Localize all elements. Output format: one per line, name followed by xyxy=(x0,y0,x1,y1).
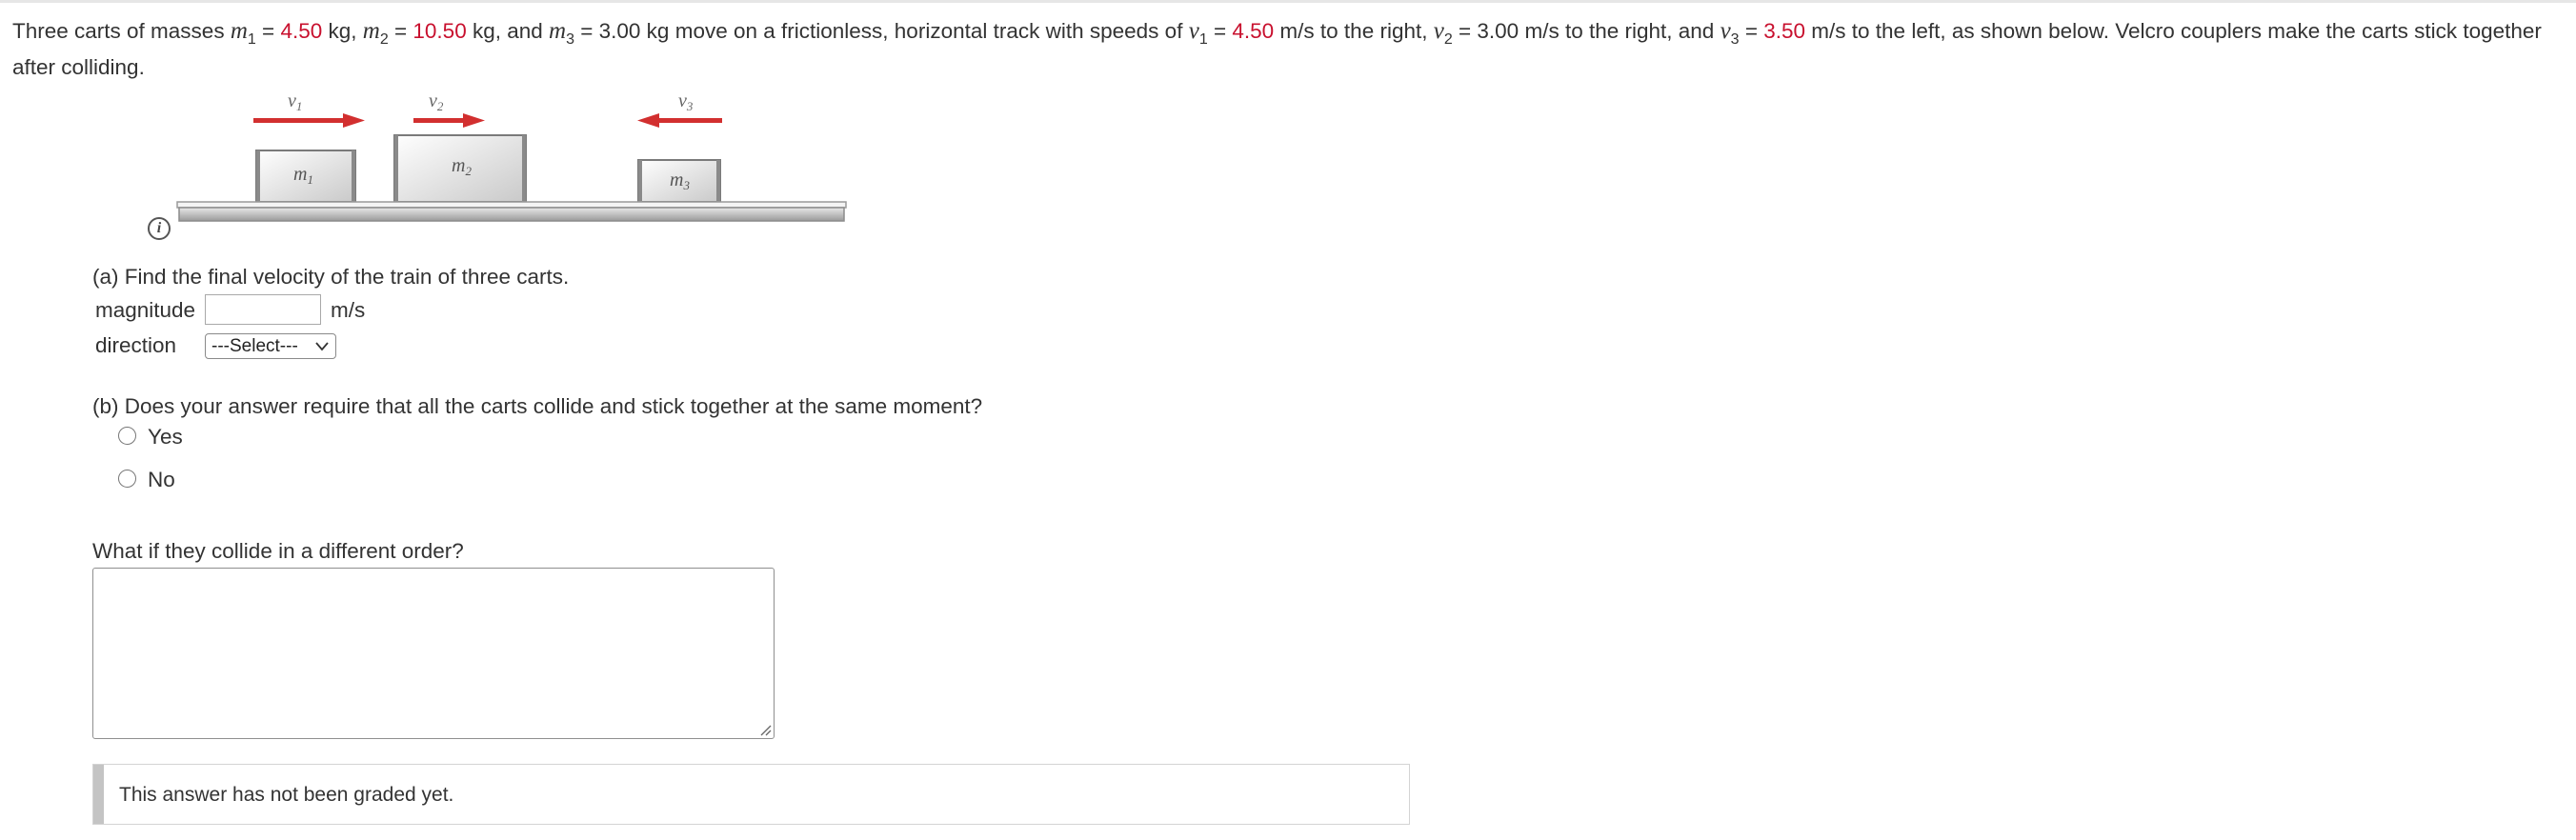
top-border xyxy=(0,0,2576,3)
cart-m1: m1 xyxy=(255,150,356,203)
resize-handle-icon[interactable] xyxy=(758,723,772,736)
cart-m3: m3 xyxy=(637,159,721,203)
v2-arrow-icon xyxy=(413,113,485,128)
grading-status-box: This answer has not been graded yet. xyxy=(92,764,1410,825)
problem-statement: Three carts of masses m1 = 4.50 kg, m2 =… xyxy=(12,18,2542,79)
status-accent-bar xyxy=(93,765,104,824)
direction-select[interactable]: ---Select--- xyxy=(205,333,336,359)
carts-figure: v1 v2 v3 m1 m2 m3 xyxy=(176,90,847,222)
chevron-down-icon xyxy=(315,342,329,351)
magnitude-label: magnitude xyxy=(95,298,196,322)
cart-m2: m2 xyxy=(393,134,527,203)
magnitude-unit: m/s xyxy=(331,298,366,322)
v3-label: v3 xyxy=(678,90,694,113)
part-a-question: (a) Find the final velocity of the train… xyxy=(92,265,570,289)
track xyxy=(176,201,847,222)
m2-value: 10.50 xyxy=(413,19,467,43)
v1-label: v1 xyxy=(288,90,302,113)
v3-arrow-icon xyxy=(637,113,722,128)
v1-arrow-icon xyxy=(253,113,365,128)
part-b-question: (b) Does your answer require that all th… xyxy=(92,394,983,418)
option-yes-label: Yes xyxy=(148,425,183,449)
what-if-question: What if they collide in a different orde… xyxy=(92,539,464,563)
v2-label: v2 xyxy=(429,90,444,113)
v3-value: 3.50 xyxy=(1763,19,1806,43)
option-no-label: No xyxy=(148,468,175,491)
direction-label: direction xyxy=(95,333,177,357)
radio-no[interactable] xyxy=(118,470,136,488)
what-if-textarea[interactable] xyxy=(92,568,775,739)
info-icon[interactable]: i xyxy=(148,217,171,240)
grading-status-text: This answer has not been graded yet. xyxy=(119,784,454,806)
radio-yes[interactable] xyxy=(118,427,136,445)
magnitude-input[interactable] xyxy=(205,294,321,325)
direction-selected-value: ---Select--- xyxy=(211,336,298,356)
v1-value: 4.50 xyxy=(1232,19,1275,43)
m1-value: 4.50 xyxy=(280,19,323,43)
